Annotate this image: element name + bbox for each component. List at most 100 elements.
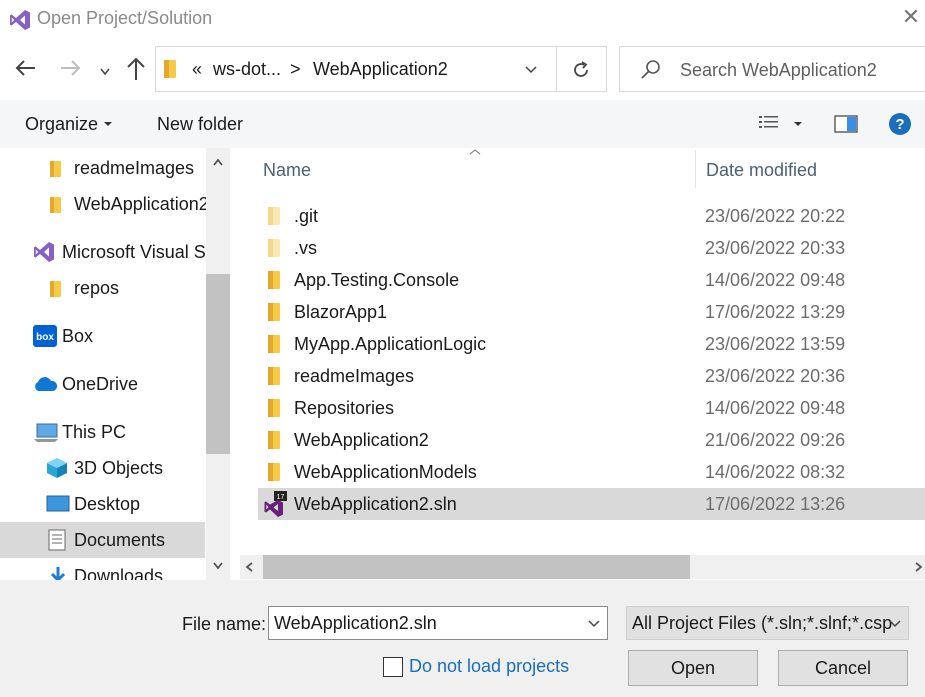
box-icon: box (33, 325, 57, 347)
svg-text:17: 17 (277, 494, 285, 501)
back-arrow-icon[interactable] (14, 56, 38, 86)
files-horizontal-scrollbar[interactable] (240, 555, 925, 579)
sidebar-item-label: OneDrive (62, 374, 139, 394)
folder-icon (268, 463, 280, 481)
window-title: Open Project/Solution (37, 8, 213, 28)
breadcrumb-ws-dot[interactable]: ws-dot... (213, 59, 281, 80)
folder-icon (268, 271, 280, 289)
file-name-input[interactable]: WebApplication2.sln (268, 606, 608, 640)
file-row-blazorapp1[interactable]: BlazorApp1 17/06/2022 13:29 (258, 296, 925, 328)
file-name: .git (294, 206, 319, 226)
breadcrumb-separator[interactable]: > (290, 59, 301, 80)
divider (556, 47, 557, 91)
title-bar: Open Project/Solution ✕ (0, 0, 925, 40)
downloads-icon (50, 567, 66, 580)
file-type-value: All Project Files (*.sln;*.slnf;*.csp (632, 613, 893, 633)
nav-scrollbar[interactable] (206, 148, 230, 580)
computer-icon (34, 423, 58, 442)
file-row-webapplication2[interactable]: WebApplication2 21/06/2022 09:26 (258, 424, 925, 456)
sidebar-item-downloads[interactable]: Downloads (0, 558, 205, 580)
folder-icon (50, 197, 61, 213)
sidebar-item-box[interactable]: box Box (0, 318, 205, 354)
file-date: 23/06/2022 13:59 (705, 334, 846, 354)
file-row-repositories[interactable]: Repositories 14/06/2022 09:48 (258, 392, 925, 424)
folder-icon (268, 335, 280, 353)
sidebar-item-label: repos (74, 278, 120, 298)
folder-icon (268, 239, 280, 257)
file-row-readmeimages[interactable]: readmeImages 23/06/2022 20:36 (258, 360, 925, 392)
file-type-select[interactable]: All Project Files (*.sln;*.slnf;*.csp (626, 606, 909, 640)
scroll-up-icon[interactable] (212, 157, 224, 167)
view-dropdown-icon[interactable] (793, 120, 803, 128)
close-icon[interactable]: ✕ (898, 4, 924, 30)
search-input[interactable]: Search WebApplication2 (619, 46, 925, 92)
sidebar-item-onedrive[interactable]: OneDrive (0, 366, 205, 402)
file-row-vs[interactable]: .vs 23/06/2022 20:33 (258, 232, 925, 264)
sidebar-item-readmeimages[interactable]: readmeImages (0, 150, 205, 186)
organize-button[interactable]: Organize (25, 114, 98, 135)
column-divider[interactable] (695, 150, 696, 188)
address-bar[interactable]: « ws-dot... > WebApplication2 (155, 46, 607, 92)
file-name: Repositories (294, 398, 395, 418)
sidebar-item-visual-studio[interactable]: Microsoft Visual Studio (0, 234, 230, 270)
file-name: readmeImages (294, 366, 415, 386)
breadcrumb-overflow[interactable]: « (192, 59, 202, 80)
sidebar-item-repos[interactable]: repos (0, 270, 205, 306)
preview-pane-icon[interactable] (834, 114, 858, 134)
sidebar-item-desktop[interactable]: Desktop (0, 486, 205, 522)
file-date: 17/06/2022 13:29 (705, 302, 846, 322)
cancel-button[interactable]: Cancel (778, 650, 908, 686)
up-arrow-icon[interactable] (124, 56, 148, 87)
onedrive-icon (35, 377, 58, 391)
file-name-label: File name: (182, 614, 267, 634)
organize-dropdown-icon[interactable] (103, 120, 113, 128)
file-name-dropdown-icon[interactable] (587, 619, 601, 629)
refresh-icon[interactable] (570, 59, 592, 81)
scroll-right-icon[interactable] (914, 561, 924, 573)
view-options-icon[interactable] (758, 114, 780, 132)
svg-text:box: box (36, 332, 54, 343)
file-date: 21/06/2022 09:26 (705, 430, 846, 450)
file-type-dropdown-icon[interactable] (888, 619, 902, 629)
file-date: 17/06/2022 13:26 (705, 494, 846, 514)
file-row-app-testing-console[interactable]: App.Testing.Console 14/06/2022 09:48 (258, 264, 925, 296)
do-not-load-projects-link[interactable]: Do not load projects (409, 656, 569, 677)
toolbar: Organize New folder ? (0, 100, 925, 148)
file-name-value: WebApplication2.sln (274, 613, 437, 633)
file-row-webapplicationmodels[interactable]: WebApplicationModels 14/06/2022 08:32 (258, 456, 925, 488)
scroll-down-icon[interactable] (212, 561, 224, 571)
new-folder-button[interactable]: New folder (157, 114, 243, 135)
column-header-name[interactable]: Name (263, 160, 311, 181)
navigation-pane: readmeImages WebApplication2 Microsoft V… (0, 148, 230, 580)
file-name: .vs (294, 238, 318, 258)
address-dropdown-chevron-icon[interactable] (524, 65, 538, 75)
visual-studio-icon (10, 10, 30, 30)
sidebar-item-3d-objects[interactable]: 3D Objects (0, 450, 205, 486)
scroll-left-icon[interactable] (244, 561, 254, 573)
open-button[interactable]: Open (628, 650, 758, 686)
help-icon[interactable]: ? (888, 112, 912, 136)
search-placeholder: Search WebApplication2 (680, 60, 877, 80)
folder-icon (268, 367, 280, 385)
sidebar-item-webapplication2[interactable]: WebApplication2 (0, 186, 209, 222)
scrollbar-thumb[interactable] (206, 274, 230, 454)
folder-icon (268, 399, 280, 417)
do-not-load-checkbox[interactable] (383, 657, 403, 677)
file-row-myapp-applicationlogic[interactable]: MyApp.ApplicationLogic 23/06/2022 13:59 (258, 328, 925, 360)
recent-locations-chevron-icon[interactable] (99, 64, 111, 82)
scrollbar-thumb[interactable] (263, 555, 690, 579)
file-date: 14/06/2022 09:48 (705, 270, 846, 290)
sidebar-item-documents[interactable]: Documents (0, 522, 205, 558)
visual-studio-icon (34, 242, 54, 262)
forward-arrow-icon[interactable] (58, 56, 82, 86)
column-header-date-modified[interactable]: Date modified (706, 160, 817, 181)
sidebar-item-label: Documents (74, 530, 166, 550)
folder-icon (268, 207, 280, 225)
breadcrumb-webapplication2[interactable]: WebApplication2 (313, 59, 448, 80)
sidebar-item-this-pc[interactable]: This PC (0, 414, 205, 450)
file-row-git[interactable]: .git 23/06/2022 20:22 (258, 200, 925, 232)
file-date: 14/06/2022 09:48 (705, 398, 846, 418)
solution-file-icon: 17 (264, 491, 287, 517)
file-row-webapplication2-sln[interactable]: 17 WebApplication2.sln 17/06/2022 13:26 (258, 488, 925, 520)
search-icon (641, 60, 660, 79)
